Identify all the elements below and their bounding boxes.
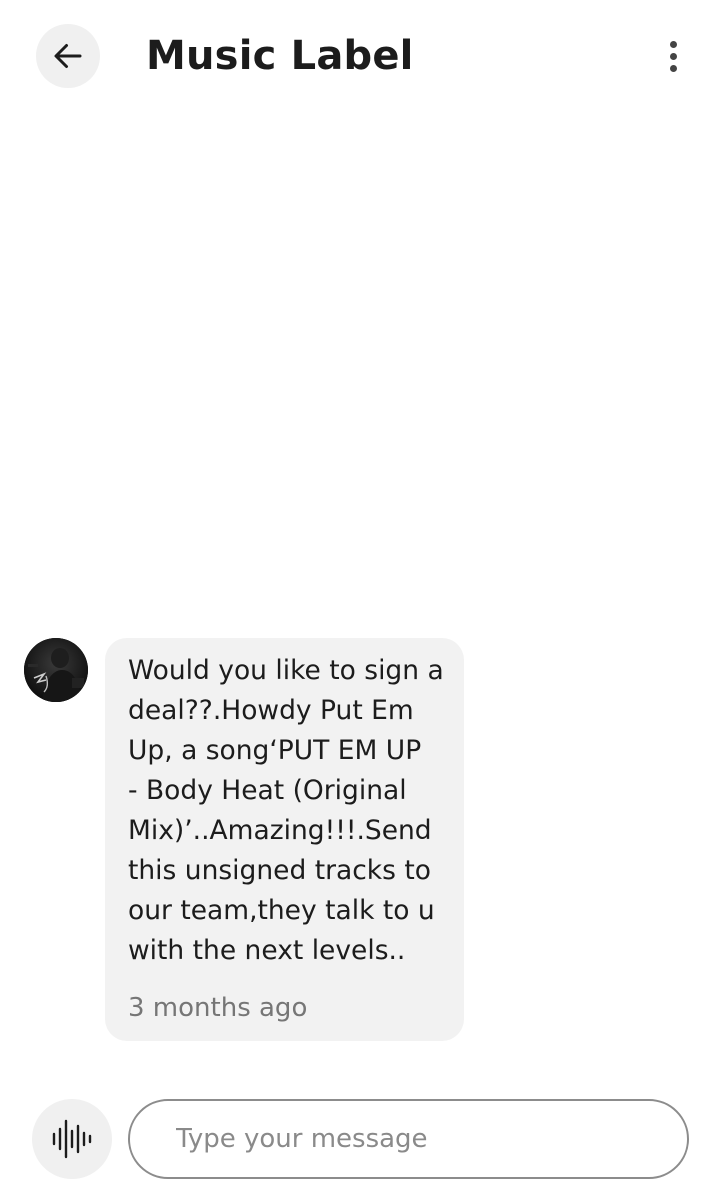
back-button[interactable] — [36, 24, 100, 88]
more-options-button[interactable] — [652, 34, 694, 78]
chat-screen: Music Label Would you like to sign a dea… — [0, 0, 721, 1200]
more-vertical-icon-dot — [669, 40, 677, 48]
avatar-photo — [24, 638, 88, 702]
message-input[interactable] — [128, 1099, 689, 1179]
more-vertical-icon-dot — [669, 52, 677, 60]
more-vertical-icon-dot — [669, 64, 677, 72]
chat-title: Music Label — [146, 33, 414, 79]
message-text: Would you like to sign a deal??.Howdy Pu… — [128, 655, 444, 966]
voice-message-button[interactable] — [32, 1099, 112, 1179]
arrow-left-icon — [54, 44, 82, 68]
sender-avatar[interactable] — [24, 638, 88, 702]
voice-waveform-icon — [52, 1119, 92, 1159]
message-timestamp: 3 months ago — [128, 993, 308, 1023]
message-bubble[interactable]: Would you like to sign a deal??.Howdy Pu… — [105, 638, 464, 1041]
